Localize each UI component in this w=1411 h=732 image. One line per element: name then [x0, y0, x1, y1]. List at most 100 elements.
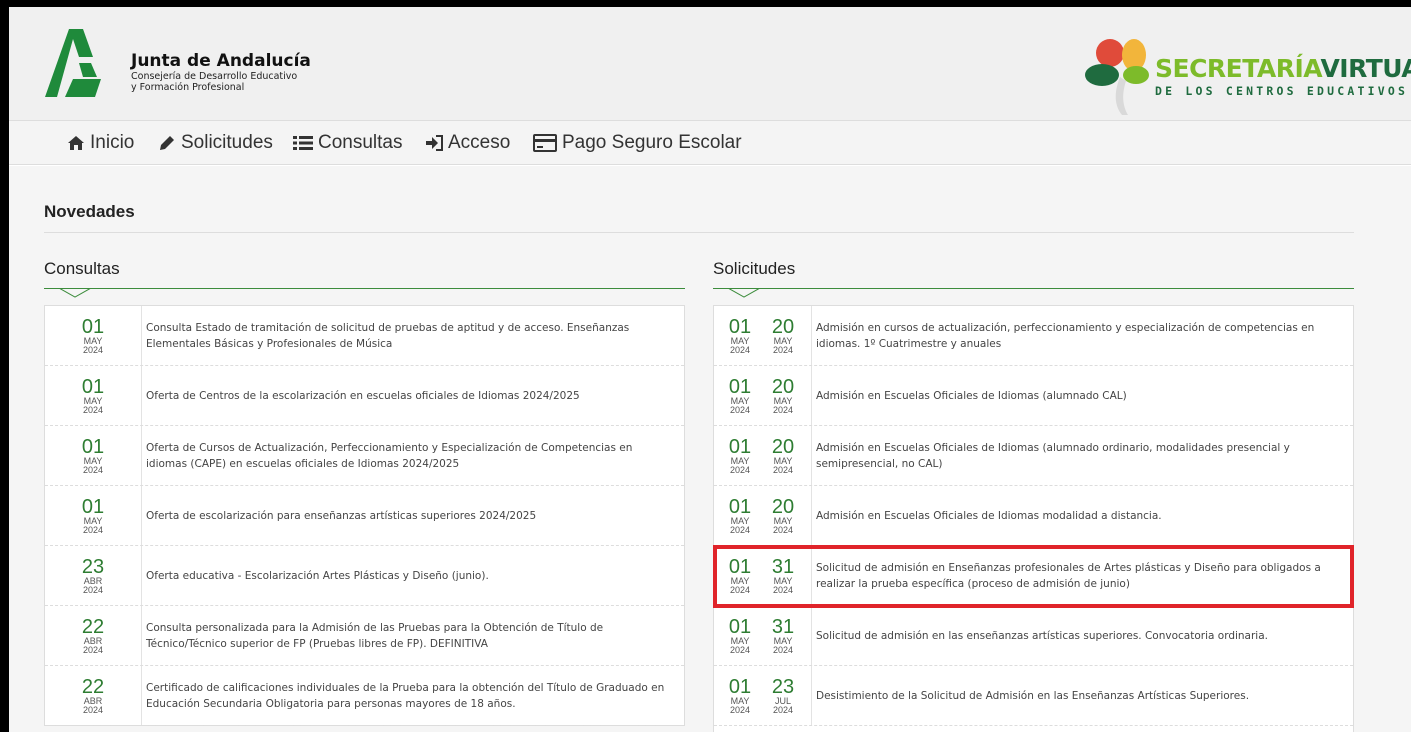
consulta-link[interactable]: Oferta de Centros de la escolarización e… — [146, 366, 676, 425]
nav-consultas[interactable]: Consultas — [293, 131, 403, 155]
solicitud-end-day: 20 — [771, 376, 795, 398]
solicitud-start-year: 2024 — [729, 645, 751, 655]
consultas-list-item[interactable]: 01 MAY 2024 Oferta de escolarización para e… — [45, 486, 684, 546]
row-divider — [811, 486, 812, 545]
consulta-year: 2024 — [82, 345, 104, 355]
consulta-date: 23 ABR 2024 — [73, 557, 113, 595]
nav-pago-seguro-escolar[interactable]: Pago Seguro Escolar — [533, 131, 742, 155]
solicitud-end-day: 23 — [771, 676, 795, 698]
solicitud-end-year: 2024 — [772, 345, 794, 355]
solicitud-start-day: 01 — [728, 616, 752, 638]
solicitud-end-year: 2024 — [772, 525, 794, 535]
consultas-list-item[interactable]: 01 MAY 2024 Consulta Estado de tramitación … — [45, 306, 684, 366]
solicitud-start-day: 01 — [728, 436, 752, 458]
row-divider — [811, 606, 812, 665]
row-divider — [141, 486, 142, 545]
solicitud-start-day: 01 — [728, 316, 752, 338]
solicitud-end-year: 2024 — [772, 645, 794, 655]
solicitud-start-date: 01 MAY 2024 — [720, 617, 760, 655]
row-divider — [141, 606, 142, 665]
solicitud-link[interactable]: Solicitud de admisión en las enseñanzas … — [816, 606, 1349, 665]
consulta-date: 22 ABR 2024 — [73, 677, 113, 715]
solicitud-end-year: 2024 — [772, 705, 794, 715]
consultas-list-item[interactable]: 01 MAY 2024 Oferta de Centros de la escolar… — [45, 366, 684, 426]
solicitud-link[interactable]: Desistimiento de la Solicitud de Admisió… — [816, 666, 1349, 725]
consultas-list-item[interactable]: 22 ABR 2024 Consulta personalizada para la … — [45, 606, 684, 666]
solicitud-end-day: 20 — [771, 436, 795, 458]
solicitud-start-day: 01 — [728, 496, 752, 518]
consulta-link[interactable]: Oferta de escolarización para enseñanzas… — [146, 486, 676, 545]
row-divider — [811, 426, 812, 485]
credit-card-icon — [533, 134, 557, 152]
consulta-year: 2024 — [82, 465, 104, 475]
solicitudes-list-item[interactable]: 01 MAY 2024 23 JUL 2024 Desistimiento de la So… — [714, 666, 1353, 726]
nav-solicitudes-label: Solicitudes — [181, 132, 273, 153]
solicitud-link[interactable]: Admisión en Escuelas Oficiales de Idioma… — [816, 486, 1349, 545]
solicitud-start-year: 2024 — [729, 405, 751, 415]
consultas-list-item[interactable]: 22 ABR 2024 Certificado de calificaciones i… — [45, 666, 684, 726]
consulta-day: 23 — [81, 556, 105, 578]
solicitud-end-day: 20 — [771, 496, 795, 518]
consulta-date: 01 MAY 2024 — [73, 317, 113, 355]
solicitud-start-year: 2024 — [729, 525, 751, 535]
consultas-list-item[interactable]: 01 MAY 2024 Oferta de Cursos de Actualizaci… — [45, 426, 684, 486]
solicitud-start-year: 2024 — [729, 345, 751, 355]
solicitud-start-date: 01 MAY 2024 — [720, 317, 760, 355]
site-header: Junta de Andalucía Consejería de Desarro… — [9, 7, 1411, 121]
solicitud-end-day: 20 — [771, 316, 795, 338]
solicitudes-list-item[interactable]: 01 MAY 2024 31 MAY 2024 Solicitud de admisión … — [714, 606, 1353, 666]
solicitudes-list-item[interactable]: 01 MAY 2024 20 MAY 2024 Admisión en Escuelas O… — [714, 426, 1353, 486]
solicitud-start-day: 01 — [728, 376, 752, 398]
solicitud-start-year: 2024 — [729, 465, 751, 475]
solicitud-link[interactable]: Admisión en Escuelas Oficiales de Idioma… — [816, 366, 1349, 425]
solicitud-end-date: 20 MAY 2024 — [763, 317, 803, 355]
solicitudes-list-item[interactable]: 01 MAY 2024 20 MAY 2024 Admisión en Escuelas O… — [714, 366, 1353, 426]
solicitud-link[interactable]: Admisión en cursos de actualización, per… — [816, 306, 1349, 365]
consulta-link[interactable]: Certificado de calificaciones individual… — [146, 666, 676, 725]
consulta-link[interactable]: Consulta personalizada para la Admisión … — [146, 606, 676, 665]
highlight-box — [713, 545, 1354, 608]
novedades-divider — [44, 232, 1354, 233]
junta-andalucia-logo-icon[interactable] — [39, 27, 105, 101]
nav-inicio-label: Inicio — [90, 132, 135, 153]
nav-solicitudes[interactable]: Solicitudes — [158, 131, 273, 155]
list-icon — [293, 135, 313, 151]
row-divider — [141, 546, 142, 605]
solicitud-end-date: 31 MAY 2024 — [763, 617, 803, 655]
screenshot-frame-top — [0, 0, 1411, 7]
consulta-link[interactable]: Consulta Estado de tramitación de solici… — [146, 306, 676, 365]
consulta-year: 2024 — [82, 405, 104, 415]
solicitud-link[interactable]: Admisión en Escuelas Oficiales de Idioma… — [816, 426, 1349, 485]
consulta-day: 22 — [81, 616, 105, 638]
solicitud-end-date: 20 MAY 2024 — [763, 497, 803, 535]
nav-inicio[interactable]: Inicio — [67, 131, 134, 155]
org-title: Junta de Andalucía — [131, 51, 311, 71]
consulta-date: 01 MAY 2024 — [73, 497, 113, 535]
consulta-year: 2024 — [82, 645, 104, 655]
pencil-icon — [158, 134, 176, 152]
consulta-year: 2024 — [82, 525, 104, 535]
consultas-list-item[interactable]: 23 ABR 2024 Oferta educativa - Escolarizaci… — [45, 546, 684, 606]
solicitud-start-day: 01 — [728, 676, 752, 698]
consultas-underline — [44, 288, 685, 289]
consulta-link[interactable]: Oferta de Cursos de Actualización, Perfe… — [146, 426, 676, 485]
main-nav: Inicio Solicitudes Consultas Acceso Pago… — [9, 121, 1411, 165]
solicitud-end-date: 20 MAY 2024 — [763, 437, 803, 475]
screenshot-frame-left — [0, 0, 9, 732]
row-divider — [811, 306, 812, 365]
row-divider — [811, 666, 812, 725]
solicitudes-list-item[interactable]: 01 MAY 2024 20 MAY 2024 Admisión en cursos de … — [714, 306, 1353, 366]
nav-consultas-label: Consultas — [318, 132, 403, 153]
nav-pago-label: Pago Seguro Escolar — [562, 132, 742, 153]
sv-title-part-a: SECRETARÍA — [1155, 54, 1321, 83]
solicitud-start-date: 01 MAY 2024 — [720, 497, 760, 535]
org-subtitle-1: Consejería de Desarrollo Educativo — [131, 71, 298, 82]
nav-acceso[interactable]: Acceso — [425, 131, 510, 155]
secretaria-virtual-logo-icon[interactable] — [1084, 37, 1164, 119]
row-divider — [141, 666, 142, 725]
consulta-link[interactable]: Oferta educativa - Escolarización Artes … — [146, 546, 676, 605]
sv-title: SECRETARÍAVIRTUAL — [1155, 55, 1411, 83]
consulta-day: 01 — [81, 316, 105, 338]
solicitudes-list-item[interactable]: 01 MAY 2024 20 MAY 2024 Admisión en Escuelas O… — [714, 486, 1353, 546]
organization-name: Junta de Andalucía Consejería de Desarro… — [131, 51, 311, 93]
